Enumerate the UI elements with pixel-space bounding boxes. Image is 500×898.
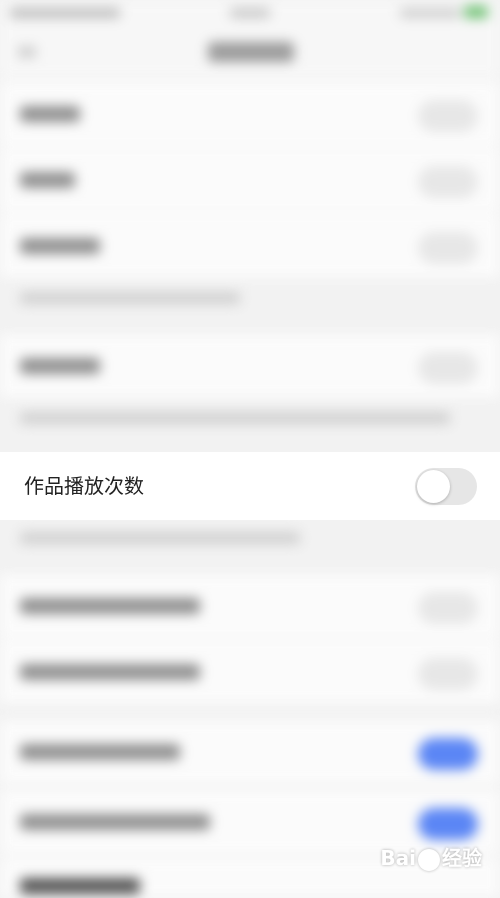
setting-row[interactable] [0,640,500,704]
setting-label [20,744,180,760]
watermark-brand-left: Bai [380,846,416,870]
watermark-brand-right: 经验 [442,846,482,870]
setting-hint [20,412,450,424]
page-title [208,42,294,62]
setting-label [20,598,200,614]
setting-toggle[interactable] [418,658,478,690]
setting-toggle[interactable] [418,738,478,770]
paw-icon [418,848,440,871]
setting-toggle[interactable] [418,352,478,384]
nav-bar [0,28,500,78]
setting-hint [20,292,240,304]
play-count-toggle[interactable] [415,468,477,505]
setting-label [20,172,75,188]
setting-toggle[interactable] [418,592,478,624]
setting-label [20,358,100,374]
setting-toggle[interactable] [418,232,478,264]
setting-row[interactable] [0,82,500,146]
setting-toggle[interactable] [418,166,478,198]
carrier-indicator [10,8,120,18]
back-icon[interactable] [18,46,36,58]
setting-label [20,238,100,254]
battery-icon [464,6,488,18]
setting-label [20,814,210,830]
setting-row[interactable] [0,574,500,638]
privacy-settings-page: 作品播放次数 Bai 经验 [0,0,500,898]
clock [230,8,270,18]
toggle-knob [417,470,450,503]
setting-label [20,878,140,894]
setting-hint [20,532,300,544]
status-bar [0,0,500,28]
setting-row[interactable] [0,148,500,212]
setting-row[interactable] [0,334,500,398]
watermark: Bai 经验 [380,842,482,871]
setting-label [20,106,80,122]
play-count-label: 作品播放次数 [24,474,144,498]
setting-toggle[interactable] [418,100,478,132]
setting-row[interactable] [0,214,500,278]
setting-label [20,664,200,680]
setting-row[interactable] [0,720,500,784]
setting-toggle[interactable] [418,808,478,840]
status-icons [400,8,460,18]
